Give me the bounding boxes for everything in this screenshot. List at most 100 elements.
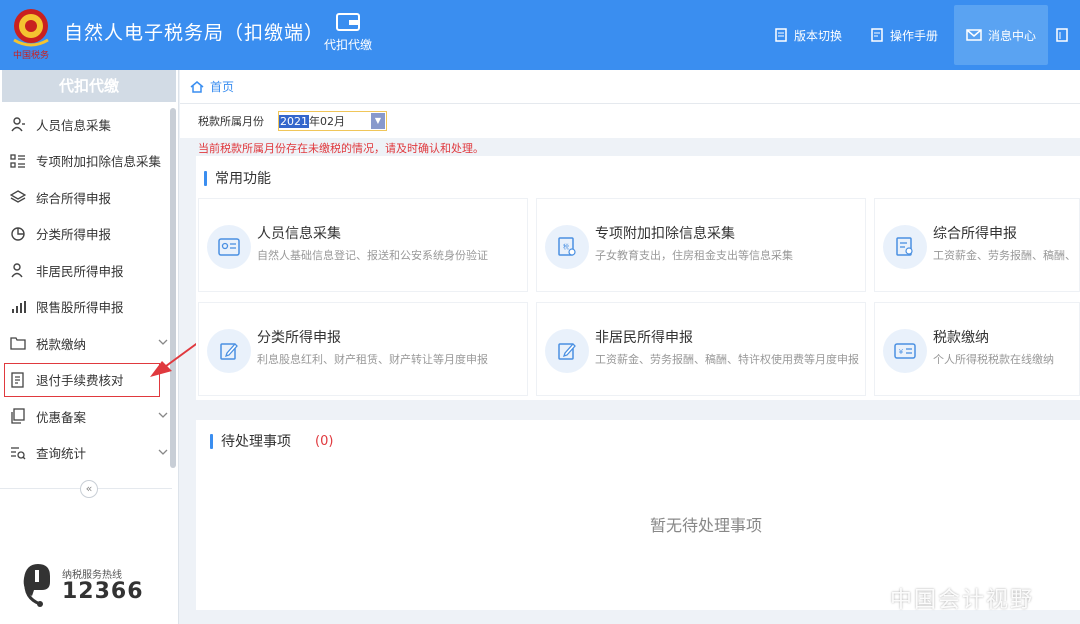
sidebar-item-refund-fee[interactable]: 退付手续费核对 bbox=[3, 362, 161, 399]
wallet-icon bbox=[336, 13, 360, 31]
svg-text:中国税务: 中国税务 bbox=[13, 49, 49, 60]
card-title: 人员信息采集 bbox=[257, 226, 341, 242]
sidebar-item-label: 分类所得申报 bbox=[36, 227, 112, 243]
header-links: 版本切换 操作手册 消息中心 bbox=[758, 0, 1080, 70]
sidebar-item-query[interactable]: 查询统计 bbox=[0, 435, 178, 472]
title-accent-bar bbox=[210, 433, 213, 449]
edit-icon bbox=[545, 329, 589, 373]
common-functions-title: 常用功能 bbox=[204, 168, 271, 188]
card-desc: 子女教育支出，住房租金支出等信息采集 bbox=[595, 249, 793, 262]
card-title: 综合所得申报 bbox=[933, 226, 1017, 242]
period-bar: 税款所属月份 2021 年02月 ▼ bbox=[180, 104, 1080, 138]
report-icon bbox=[883, 225, 927, 269]
svg-text:¥: ¥ bbox=[899, 348, 904, 356]
card-special-deduction[interactable]: 税 专项附加扣除信息采集 子女教育支出，住房租金支出等信息采集 bbox=[536, 198, 866, 292]
payment-icon: ¥ bbox=[883, 329, 927, 373]
app-title: 自然人电子税务局（扣缴端） bbox=[64, 22, 325, 44]
version-switch-link[interactable]: 版本切换 bbox=[762, 5, 854, 65]
title-accent-bar bbox=[204, 170, 207, 186]
chevron-down-icon bbox=[158, 412, 168, 418]
card-desc: 利息股息红利、财产租赁、财产转让等月度申报 bbox=[257, 353, 488, 366]
copy-icon bbox=[11, 408, 25, 424]
document-icon bbox=[11, 372, 24, 388]
bar-chart-icon bbox=[12, 300, 26, 313]
card-title: 税款缴纳 bbox=[933, 330, 989, 346]
pending-title: 待处理事项 (0) bbox=[210, 431, 333, 451]
sidebar-item-personnel[interactable]: 人员信息采集 bbox=[0, 106, 178, 143]
card-nonresident[interactable]: 非居民所得申报 工资薪金、劳务报酬、稿酬、特许权使用费等月度申报 bbox=[536, 302, 866, 396]
chevron-down-icon bbox=[158, 449, 168, 455]
card-title: 分类所得申报 bbox=[257, 330, 341, 346]
card-personnel[interactable]: 人员信息采集 自然人基础信息登记、报送和公安系统身份验证 bbox=[198, 198, 528, 292]
manual-icon bbox=[871, 28, 883, 42]
file-icon bbox=[775, 28, 787, 42]
watermark: 中国会计视野 bbox=[850, 582, 1034, 614]
card-title: 专项附加扣除信息采集 bbox=[595, 226, 735, 242]
sidebar-item-classified[interactable]: 分类所得申报 bbox=[0, 216, 178, 253]
hotline-number: 12366 bbox=[62, 579, 144, 604]
card-desc: 个人所得税税款在线缴纳 bbox=[933, 353, 1054, 366]
sidebar-item-label: 人员信息采集 bbox=[36, 117, 112, 133]
svg-text:税: 税 bbox=[563, 243, 569, 251]
sidebar-item-nonresident[interactable]: 非居民所得申报 bbox=[0, 252, 178, 289]
module-tab-withholding[interactable]: 代扣代缴 bbox=[318, 8, 378, 53]
tax-doc-icon: 税 bbox=[545, 225, 589, 269]
breadcrumb: 首页 bbox=[180, 70, 1080, 104]
card-comprehensive[interactable]: 综合所得申报 工资薪金、劳务报酬、稿酬、 bbox=[874, 198, 1080, 292]
empty-state-text: 暂无待处理事项 bbox=[650, 516, 763, 535]
message-center-link[interactable]: 消息中心 bbox=[953, 5, 1048, 65]
period-month: 年02月 bbox=[309, 115, 345, 128]
edit-icon bbox=[207, 329, 251, 373]
sidebar-item-preferential[interactable]: 优惠备案 bbox=[0, 398, 178, 435]
manual-label: 操作手册 bbox=[889, 28, 938, 43]
home-icon bbox=[190, 80, 204, 93]
sidebar-item-label: 查询统计 bbox=[36, 446, 87, 462]
sidebar-scrollbar[interactable] bbox=[170, 108, 176, 468]
card-desc: 工资薪金、劳务报酬、稿酬、特许权使用费等月度申报 bbox=[595, 353, 859, 366]
id-card-icon bbox=[207, 225, 251, 269]
sidebar-item-label: 税款缴纳 bbox=[36, 336, 87, 352]
sidebar-item-comprehensive[interactable]: 综合所得申报 bbox=[0, 179, 178, 216]
mail-icon bbox=[966, 29, 982, 41]
folder-icon bbox=[10, 337, 26, 350]
person-icon bbox=[11, 117, 25, 132]
sidebar-item-label: 非居民所得申报 bbox=[36, 263, 124, 279]
pie-icon bbox=[11, 227, 25, 241]
app-header: 中国税务 自然人电子税务局（扣缴端） 代扣代缴 版本切换 操作手册 消息中心 bbox=[0, 0, 1080, 70]
pending-count: (0) bbox=[315, 433, 334, 449]
dropdown-arrow-icon[interactable]: ▼ bbox=[371, 113, 385, 129]
pending-title-text: 待处理事项 bbox=[221, 434, 291, 450]
manual-link[interactable]: 操作手册 bbox=[858, 5, 950, 65]
watermark-text: 中国会计视野 bbox=[890, 588, 1035, 613]
sidebar-item-label: 优惠备案 bbox=[36, 409, 87, 425]
common-title-text: 常用功能 bbox=[215, 171, 271, 187]
weibo-icon bbox=[851, 588, 881, 610]
building-icon bbox=[1056, 28, 1068, 42]
sidebar-item-label: 退付手续费核对 bbox=[36, 373, 124, 389]
period-select[interactable]: 2021 年02月 ▼ bbox=[278, 111, 387, 131]
tax-emblem-icon: 中国税务 bbox=[13, 9, 49, 60]
module-tab-label: 代扣代缴 bbox=[323, 38, 372, 52]
card-desc: 工资薪金、劳务报酬、稿酬、 bbox=[933, 249, 1076, 262]
version-switch-label: 版本切换 bbox=[793, 28, 842, 43]
grid-list-icon bbox=[10, 154, 25, 168]
message-center-label: 消息中心 bbox=[987, 28, 1036, 43]
user-icon bbox=[11, 263, 23, 278]
sidebar-item-special-deduction[interactable]: 专项附加扣除信息采集 bbox=[0, 143, 178, 180]
card-tax-payment[interactable]: ¥ 税款缴纳 个人所得税税款在线缴纳 bbox=[874, 302, 1080, 396]
layers-icon bbox=[10, 190, 26, 203]
sidebar-item-label: 限售股所得申报 bbox=[36, 300, 124, 316]
sidebar-title: 代扣代缴 bbox=[2, 70, 176, 102]
sidebar-item-label: 专项附加扣除信息采集 bbox=[36, 154, 162, 170]
hotline: 纳税服务热线 12366 bbox=[20, 560, 143, 614]
unpaid-warning: 当前税款所属月份存在未缴税的情况，请及时确认和处理。 bbox=[198, 142, 484, 155]
sidebar-collapse-button[interactable]: « bbox=[80, 480, 98, 498]
card-title: 非居民所得申报 bbox=[595, 330, 693, 346]
card-classified[interactable]: 分类所得申报 利息股息红利、财产租赁、财产转让等月度申报 bbox=[198, 302, 528, 396]
search-list-icon bbox=[11, 447, 26, 460]
sidebar-item-label: 综合所得申报 bbox=[36, 190, 112, 206]
headset-icon bbox=[23, 564, 50, 607]
period-label: 税款所属月份 bbox=[198, 115, 264, 128]
breadcrumb-home[interactable]: 首页 bbox=[210, 78, 234, 95]
more-link[interactable] bbox=[1052, 5, 1080, 65]
